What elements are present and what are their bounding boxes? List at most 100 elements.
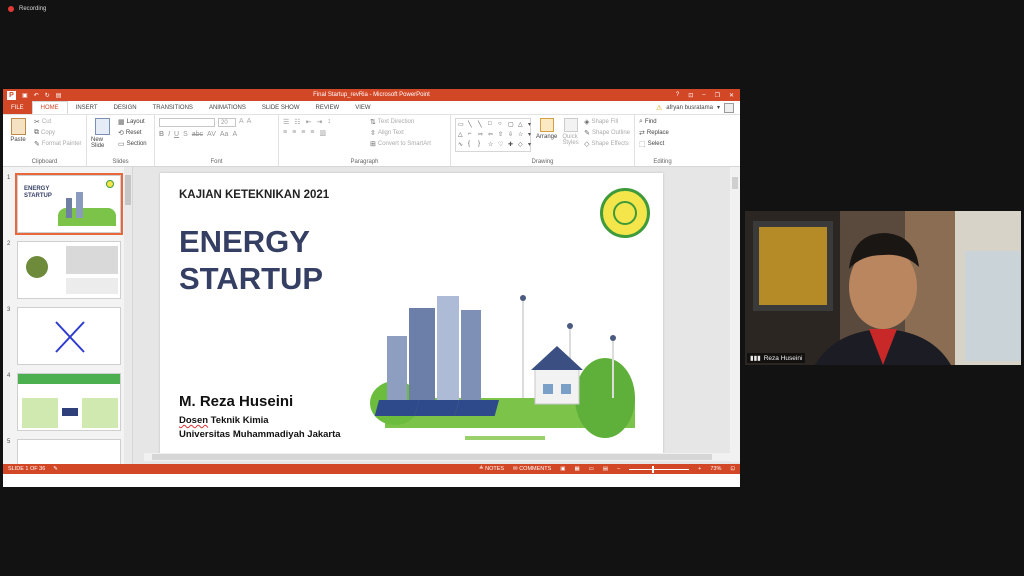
shape-rounded-rect-icon[interactable]: ▢ [508, 121, 516, 129]
restore-button[interactable]: ❐ [715, 92, 720, 99]
close-button[interactable]: ✕ [729, 92, 734, 99]
shape-star-icon[interactable]: ☆ [518, 131, 526, 139]
section-button[interactable]: ▭ Section [118, 140, 147, 148]
align-center-icon[interactable]: ≡ [292, 129, 296, 137]
columns-icon[interactable]: ▥ [319, 129, 326, 137]
shape-more-icon[interactable]: ▾ [528, 141, 536, 149]
shape-arrow-up-icon[interactable]: ⇧ [498, 131, 506, 139]
shadow-icon[interactable]: S [183, 131, 188, 138]
new-slide-button[interactable]: New Slide [91, 118, 113, 156]
italic-icon[interactable]: I [168, 131, 170, 138]
horizontal-scrollbar[interactable] [144, 453, 730, 461]
shape-diamond-icon[interactable]: ◇ [518, 141, 526, 149]
shape-triangle-icon[interactable]: △ [458, 131, 466, 139]
align-left-icon[interactable]: ≡ [283, 129, 287, 137]
decrease-indent-icon[interactable]: ⇤ [306, 118, 312, 126]
shape-fill-button[interactable]: ◈ Shape Fill [584, 118, 630, 126]
select-button[interactable]: ⬚ Select [639, 140, 669, 148]
reset-button[interactable]: ⟲ Reset [118, 129, 147, 137]
numbering-icon[interactable]: ☷ [294, 118, 300, 126]
slideshow-view-icon[interactable]: ▤ [603, 466, 608, 472]
shape-star-icon[interactable]: ☆ [488, 141, 496, 149]
vertical-scrollbar[interactable] [730, 167, 740, 462]
underline-icon[interactable]: U [174, 131, 179, 138]
cut-button[interactable]: ✂ Cut [34, 118, 82, 126]
shape-more-icon[interactable]: ▾ [528, 121, 536, 129]
presenter-university[interactable]: Universitas Muhammadiyah Jakarta [179, 429, 341, 440]
shape-arrow-right-icon[interactable]: ⇨ [478, 131, 486, 139]
increase-indent-icon[interactable]: ⇥ [316, 118, 322, 126]
shape-cross-icon[interactable]: ✚ [508, 141, 516, 149]
tab-transitions[interactable]: TRANSITIONS [145, 101, 201, 114]
tab-home[interactable]: HOME [31, 101, 68, 114]
strikethrough-icon[interactable]: abc [192, 131, 203, 138]
shape-arrow-down-icon[interactable]: ⇩ [508, 131, 516, 139]
find-button[interactable]: ⌕ Find [639, 118, 669, 126]
font-color-icon[interactable]: A [232, 131, 237, 138]
slide-thumbnail-pane[interactable]: 1 ENERGY STARTUP 2 3 4 5 [3, 167, 133, 474]
shape-triangle-icon[interactable]: △ [518, 121, 526, 129]
slide-title[interactable]: ENERGY STARTUP [179, 223, 323, 297]
normal-view-icon[interactable]: ▣ [560, 466, 565, 472]
align-text-button[interactable]: ⇳ Align Text [370, 129, 431, 137]
redo-icon[interactable]: ↻ [45, 92, 50, 99]
zoom-level[interactable]: 73% [710, 466, 721, 472]
arrange-button[interactable]: Arrange [536, 118, 557, 156]
slide-canvas[interactable]: KAJIAN KETEKNIKAN 2021 ENERGY STARTUP M.… [160, 173, 663, 456]
convert-smartart-button[interactable]: ⊞ Convert to SmartArt [370, 140, 431, 148]
shape-line-icon[interactable]: ╲ [468, 121, 476, 129]
spacing-icon[interactable]: AV [207, 131, 216, 138]
save-icon[interactable]: ▣ [22, 92, 28, 99]
slide-heading[interactable]: KAJIAN KETEKNIKAN 2021 [179, 189, 329, 201]
font-size-combo[interactable]: 20 [218, 118, 236, 127]
help-button[interactable]: ? [676, 92, 679, 99]
zoom-slider[interactable] [629, 465, 690, 473]
tab-review[interactable]: REVIEW [308, 101, 348, 114]
paste-button[interactable]: Paste [7, 118, 29, 156]
shape-curve-icon[interactable]: ∿ [458, 141, 466, 149]
notes-button[interactable]: ≙ NOTES [479, 466, 504, 472]
shapes-gallery[interactable]: ▭ ╲ ╲ □ ○ ▢ △ ▾ △ ⌐ ⇨ ⇦ ⇧ ⇩ ☆ ▾ ∿ { } ☆ [455, 118, 531, 152]
bullets-icon[interactable]: ☰ [283, 118, 289, 126]
change-case-icon[interactable]: Aa [220, 131, 229, 138]
thumbnail-slide-4[interactable]: 4 [7, 373, 125, 431]
zoom-in-icon[interactable]: + [698, 466, 701, 472]
thumbnail-slide-2[interactable]: 2 [7, 241, 125, 299]
shape-rectangle-icon[interactable]: □ [488, 121, 496, 129]
thumbnail-slide-3[interactable]: 3 [7, 307, 125, 365]
shape-textbox-icon[interactable]: ▭ [458, 121, 466, 129]
tab-animations[interactable]: ANIMATIONS [201, 101, 254, 114]
user-account[interactable]: ⚠ afryan busratama ▾ [656, 101, 740, 114]
presenter-name[interactable]: M. Reza Huseini [179, 393, 293, 410]
shrink-font-icon[interactable]: A [247, 118, 252, 127]
shape-arrow-left-icon[interactable]: ⇦ [488, 131, 496, 139]
slide-sorter-icon[interactable]: ▦ [574, 466, 579, 472]
layout-button[interactable]: ▦ Layout [118, 118, 147, 126]
ribbon-display-icon[interactable]: ⊡ [688, 92, 693, 99]
comments-button[interactable]: ✉ COMMENTS [513, 466, 551, 472]
shape-line-icon[interactable]: ╲ [478, 121, 486, 129]
tab-insert[interactable]: INSERT [68, 101, 106, 114]
minimize-button[interactable]: – [702, 92, 705, 99]
shape-more-icon[interactable]: ▾ [528, 131, 536, 139]
replace-button[interactable]: ⇄ Replace [639, 129, 669, 137]
shape-corner-icon[interactable]: ⌐ [468, 131, 476, 139]
bold-icon[interactable]: B [159, 131, 164, 138]
tab-design[interactable]: DESIGN [106, 101, 145, 114]
undo-icon[interactable]: ↶ [34, 92, 39, 99]
thumbnail-scrollbar[interactable] [124, 167, 132, 474]
reading-view-icon[interactable]: ▭ [589, 466, 594, 472]
format-painter-button[interactable]: ✎ Format Painter [34, 140, 82, 148]
justify-icon[interactable]: ≡ [310, 129, 314, 137]
shape-oval-icon[interactable]: ○ [498, 121, 506, 129]
copy-button[interactable]: ⧉ Copy [34, 129, 82, 137]
grow-font-icon[interactable]: A [239, 118, 244, 127]
start-slideshow-icon[interactable]: ▤ [56, 92, 62, 99]
spellcheck-icon[interactable]: ✎ [53, 466, 58, 472]
align-right-icon[interactable]: ≡ [301, 129, 305, 137]
shape-bracket-icon[interactable]: } [478, 141, 486, 149]
shape-bracket-icon[interactable]: { [468, 141, 476, 149]
shape-effects-button[interactable]: ◇ Shape Effects [584, 140, 630, 148]
tab-view[interactable]: VIEW [347, 101, 378, 114]
tab-file[interactable]: FILE [3, 101, 32, 114]
